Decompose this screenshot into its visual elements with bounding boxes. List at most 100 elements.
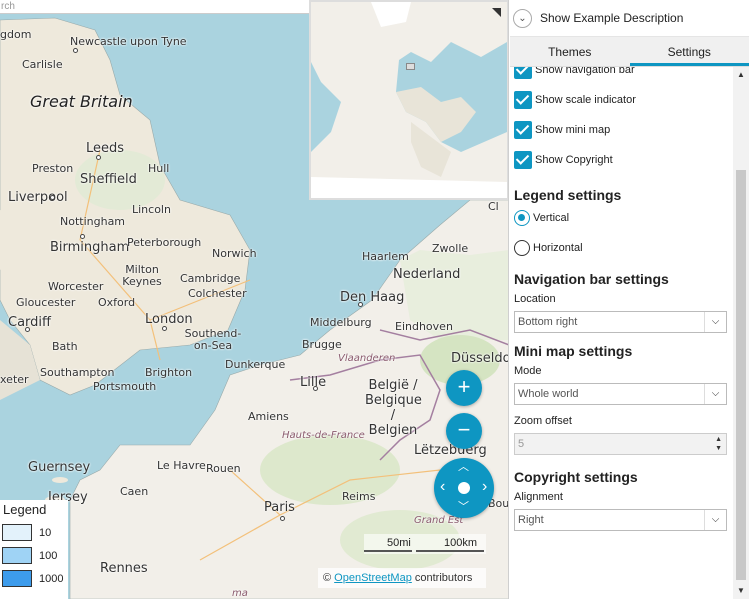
tab-settings[interactable]: Settings bbox=[629, 37, 749, 66]
checkbox-label: Show navigation bar bbox=[535, 67, 635, 76]
mode-value: Whole world bbox=[518, 388, 579, 400]
map-label-country: Great Britain bbox=[30, 92, 133, 111]
map-label: gdom bbox=[0, 28, 32, 41]
copyright-suffix: contributors bbox=[411, 572, 473, 584]
map-label: Brugge bbox=[302, 338, 342, 351]
checkbox-checked-icon[interactable] bbox=[514, 91, 532, 109]
osm-link[interactable]: OpenStreetMap bbox=[334, 572, 412, 584]
map-label: Eindhoven bbox=[395, 320, 453, 333]
map-label: Hull bbox=[148, 162, 170, 175]
mini-map-viewport[interactable] bbox=[406, 63, 415, 70]
map-label: Cl bbox=[488, 200, 499, 213]
city-marker bbox=[96, 155, 101, 160]
city-marker bbox=[50, 195, 55, 200]
map-label: Bath bbox=[52, 340, 78, 353]
pan-left-icon[interactable]: ‹ bbox=[440, 479, 445, 495]
collapse-corner-icon[interactable] bbox=[492, 8, 501, 17]
pan-right-icon[interactable]: › bbox=[482, 479, 487, 495]
tab-bar: Themes Settings bbox=[510, 37, 749, 67]
show-copyright-checkbox[interactable]: Show Copyright bbox=[514, 145, 733, 175]
legend-item: 10 bbox=[2, 521, 68, 544]
mode-select[interactable]: Whole world ⌵ bbox=[514, 383, 727, 405]
radio-unselected-icon[interactable] bbox=[514, 240, 530, 256]
pan-down-icon[interactable]: ﹀ bbox=[458, 502, 469, 513]
city-marker bbox=[25, 327, 30, 332]
scroll-down-icon[interactable]: ▼ bbox=[733, 583, 749, 599]
vertical-scrollbar[interactable]: ▲ ▼ bbox=[733, 67, 749, 599]
map-label: Düsseldorf bbox=[451, 351, 508, 366]
legend-settings-title: Legend settings bbox=[514, 187, 622, 203]
legend-label: 100 bbox=[39, 549, 58, 562]
checkbox-checked-icon[interactable] bbox=[514, 121, 532, 139]
scrollbar-thumb[interactable] bbox=[736, 170, 746, 580]
show-description-toggle[interactable]: ⌄ Show Example Description bbox=[510, 0, 749, 37]
location-value: Bottom right bbox=[518, 316, 578, 328]
show-navigation-bar-checkbox[interactable]: Show navigation bar bbox=[514, 67, 733, 85]
legend-vertical-radio[interactable]: Vertical bbox=[514, 203, 733, 233]
map-label: Reims bbox=[342, 490, 376, 503]
mini-map[interactable] bbox=[309, 0, 508, 200]
location-select[interactable]: Bottom right ⌵ bbox=[514, 311, 727, 333]
map-label: Brighton bbox=[145, 366, 193, 379]
legend-title: Legend bbox=[3, 502, 47, 517]
radio-selected-icon[interactable] bbox=[514, 210, 530, 226]
search-box[interactable]: rch bbox=[0, 0, 309, 14]
scale-bar-metric bbox=[416, 550, 484, 552]
scroll-up-icon[interactable]: ▲ bbox=[733, 67, 749, 83]
scale-indicator: 50mi 100km bbox=[364, 534, 486, 554]
zoom-offset-value: 5 bbox=[518, 438, 525, 450]
zoom-in-button[interactable]: + bbox=[446, 370, 482, 406]
legend-swatch bbox=[2, 570, 32, 587]
map-label: Peterborough bbox=[127, 236, 202, 249]
map-label: Carlisle bbox=[22, 58, 63, 71]
map-label: xeter bbox=[0, 373, 29, 386]
pan-up-icon[interactable]: ︿ bbox=[458, 462, 469, 473]
map-label: Le Havre bbox=[157, 459, 206, 472]
map-label-region: Vlaanderen bbox=[338, 353, 396, 364]
map-label: Newcastle upon Tyne bbox=[70, 35, 187, 48]
city-marker bbox=[162, 326, 167, 331]
map-label: Oxford bbox=[98, 296, 136, 309]
legend-item: 1000 bbox=[2, 567, 68, 590]
chevron-down-icon[interactable]: ⌵ bbox=[704, 510, 726, 530]
map-label: Middelburg bbox=[310, 316, 372, 329]
scale-imperial: 50mi bbox=[387, 537, 411, 549]
map-label: Preston bbox=[32, 162, 74, 175]
chevron-down-icon[interactable]: ⌵ bbox=[704, 312, 726, 332]
checkbox-checked-icon[interactable] bbox=[514, 67, 532, 79]
legend-swatch bbox=[2, 524, 32, 541]
settings-panel: ⌄ Show Example Description Themes Settin… bbox=[510, 0, 749, 599]
zoom-out-button[interactable]: − bbox=[446, 413, 482, 449]
radio-label: Horizontal bbox=[533, 242, 583, 254]
map-label: Birmingham bbox=[50, 240, 130, 255]
map-label: Zwolle bbox=[432, 242, 469, 255]
map-label-region: Hauts-de-France bbox=[282, 430, 365, 441]
radio-label: Vertical bbox=[533, 212, 570, 224]
map-label: Rouen bbox=[206, 462, 241, 475]
chevron-down-icon[interactable]: ⌵ bbox=[704, 384, 726, 404]
legend-horizontal-radio[interactable]: Horizontal bbox=[514, 233, 733, 263]
settings-scroll-area[interactable]: Show navigation bar Show scale indicator… bbox=[510, 67, 749, 599]
show-mini-map-checkbox[interactable]: Show mini map bbox=[514, 115, 733, 145]
pan-center-icon[interactable] bbox=[458, 482, 470, 494]
scale-bar-imperial bbox=[364, 550, 412, 552]
city-marker bbox=[73, 48, 78, 53]
legend-label: 10 bbox=[39, 526, 52, 539]
checkbox-checked-icon[interactable] bbox=[514, 151, 532, 169]
settings-content: Show navigation bar Show scale indicator… bbox=[514, 67, 733, 535]
zoom-offset-stepper[interactable]: 5 ▲ ▼ bbox=[514, 433, 727, 455]
legend: Legend 10 100 1000 bbox=[0, 500, 68, 599]
alignment-select[interactable]: Right ⌵ bbox=[514, 509, 727, 531]
show-scale-indicator-checkbox[interactable]: Show scale indicator bbox=[514, 85, 733, 115]
stepper-arrows-icon[interactable]: ▲ ▼ bbox=[715, 435, 722, 453]
map-view[interactable]: rch gdom Newcastle upon Tyne Carlisle Gr… bbox=[0, 0, 509, 599]
pan-control[interactable]: ︿ ﹀ ‹ › bbox=[434, 458, 494, 518]
map-label-country: Lëtzebuerg bbox=[414, 443, 487, 458]
chevron-down-icon[interactable]: ⌄ bbox=[513, 8, 532, 28]
map-label: Colchester bbox=[188, 287, 247, 300]
tab-themes[interactable]: Themes bbox=[510, 37, 630, 66]
minimap-settings-title: Mini map settings bbox=[514, 343, 633, 359]
map-label: Norwich bbox=[212, 247, 257, 260]
city-marker bbox=[280, 516, 285, 521]
map-label: Rennes bbox=[100, 561, 148, 576]
